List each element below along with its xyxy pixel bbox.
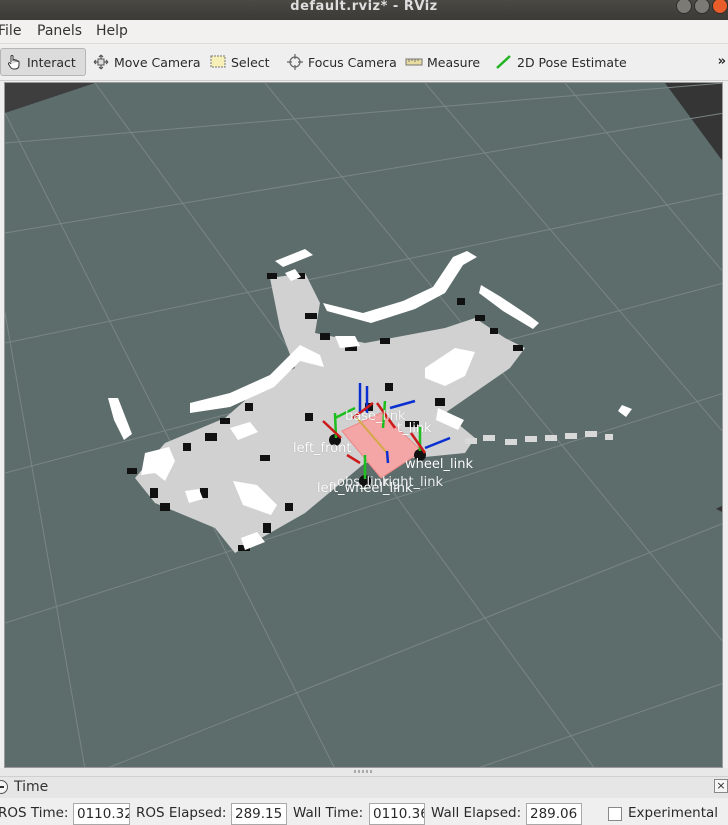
experimental-label: Experimental	[628, 805, 719, 821]
wall-time-field[interactable]: 0110.36	[369, 803, 425, 825]
scan-trail	[465, 431, 613, 445]
green-arrow-icon	[495, 54, 513, 70]
toolbar: Interact Move Camera Select Focus Camera…	[0, 44, 728, 81]
interact-tool-button[interactable]: Interact	[0, 48, 86, 76]
label-overlap-b: right_link	[383, 475, 444, 490]
move-camera-label: Move Camera	[114, 54, 201, 70]
window-title-bar: default.rviz* - RViz	[0, 0, 728, 20]
close-panel-button[interactable]: ×	[714, 779, 728, 793]
menu-help[interactable]: Help	[96, 23, 128, 39]
toolbar-overflow-button[interactable]: »	[718, 54, 726, 69]
experimental-checkbox[interactable]	[608, 807, 622, 821]
move-camera-tool-button[interactable]: Move Camera	[88, 48, 205, 76]
time-panel-header: Time ×	[0, 776, 728, 799]
measure-tool-button[interactable]: Measure	[401, 48, 484, 76]
time-panel-title: Time	[14, 779, 49, 795]
collapse-panel-button[interactable]	[0, 780, 8, 794]
label-base-link: base_link	[345, 409, 406, 424]
ros-elapsed-field[interactable]: 289.15	[231, 803, 287, 825]
hand-pointer-icon	[5, 54, 23, 70]
ros-elapsed-label: ROS Elapsed:	[136, 805, 227, 821]
label-overlap-a: obs_link	[337, 475, 390, 490]
render-viewport[interactable]: left_front left_wheel_link wheel_link ob…	[4, 82, 723, 768]
background-dark-top-left	[5, 83, 95, 113]
select-tool-button[interactable]: Select	[205, 48, 274, 76]
ros-time-label: ROS Time:	[0, 805, 69, 821]
menu-panels[interactable]: Panels	[37, 23, 82, 39]
window-title: default.rviz* - RViz	[290, 0, 438, 14]
label-right-wheel-link: wheel_link	[405, 457, 473, 472]
wall-elapsed-label: Wall Elapsed:	[431, 805, 522, 821]
splitter-grip	[354, 770, 374, 773]
close-window-button[interactable]	[712, 0, 728, 14]
pose-estimate-label: 2D Pose Estimate	[517, 54, 627, 70]
maximize-button[interactable]	[694, 0, 710, 14]
focus-camera-tool-button[interactable]: Focus Camera	[282, 48, 401, 76]
pose-estimate-tool-button[interactable]: 2D Pose Estimate	[491, 48, 631, 76]
menu-file[interactable]: File	[0, 23, 21, 39]
wall-time-label: Wall Time:	[293, 805, 364, 821]
panel-collapse-handle[interactable]: ◂	[716, 501, 722, 515]
time-panel-row: ROS Time: 0110.32 ROS Elapsed: 289.15 Wa…	[0, 798, 728, 825]
selection-rectangle-icon	[209, 54, 227, 70]
ruler-icon	[405, 54, 423, 70]
measure-label: Measure	[427, 54, 481, 70]
select-label: Select	[231, 54, 270, 70]
ros-time-field[interactable]: 0110.32	[73, 803, 130, 825]
crosshair-icon	[286, 54, 304, 70]
label-left-front: left_front	[293, 441, 352, 456]
interact-label: Interact	[27, 54, 76, 70]
wall-elapsed-field[interactable]: 289.06	[526, 803, 582, 825]
menu-bar: File Panels Help	[0, 20, 728, 44]
panel-splitter[interactable]	[0, 768, 728, 776]
focus-camera-label: Focus Camera	[308, 54, 397, 70]
minimize-button[interactable]	[676, 0, 692, 14]
move-arrows-icon	[92, 54, 110, 70]
map-free-space	[135, 273, 525, 553]
scene-3d	[5, 83, 722, 767]
